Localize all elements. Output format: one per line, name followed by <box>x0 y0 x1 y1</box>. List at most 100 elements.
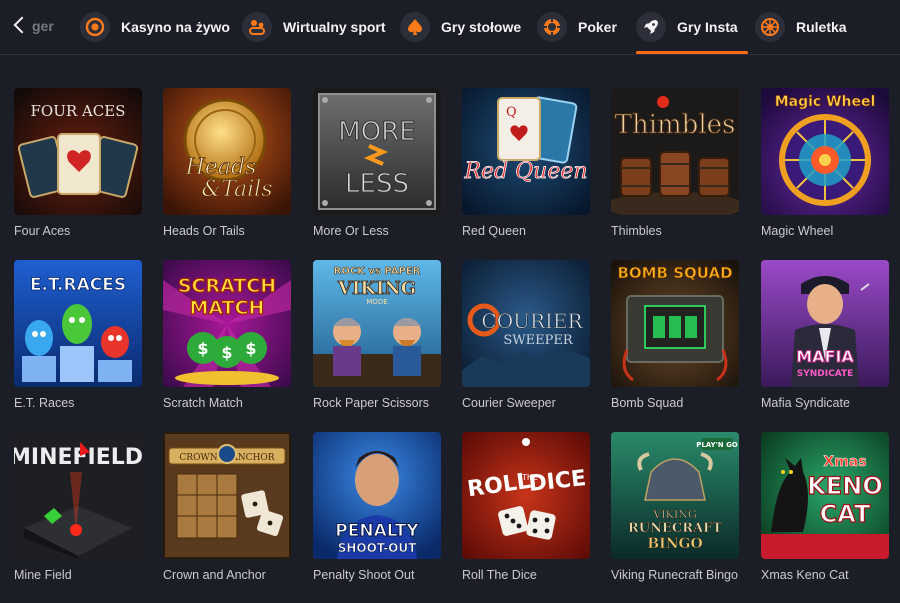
game-title[interactable]: Red Queen <box>462 223 602 239</box>
game-thumbnail[interactable]: CROWN & ANCHOR <box>163 432 291 559</box>
game-title[interactable]: More Or Less <box>313 223 453 239</box>
game-tile-red-queen[interactable]: Q Red Queen Red Queen <box>462 88 590 238</box>
game-tile-rock-paper-scissors[interactable]: ROCK vs PAPER VIKING MODE Rock Paper Sci… <box>313 260 441 410</box>
svg-text:KENO: KENO <box>807 472 882 500</box>
nav-scroll-left-button[interactable]: ger <box>0 0 66 53</box>
svg-text:Thimbles: Thimbles <box>615 110 736 140</box>
game-tile-more-or-less[interactable]: MORE LESS More Or Less <box>313 88 441 238</box>
game-tile-roll-the-dice[interactable]: ROLL THE DICE Roll The Dice <box>462 432 590 582</box>
game-tile-bomb-squad[interactable]: BOMB SQUAD Bomb Squad <box>611 260 739 410</box>
game-title[interactable]: Rock Paper Scissors <box>313 395 453 411</box>
svg-text:Red Queen: Red Queen <box>463 159 587 184</box>
svg-text:SWEEPER: SWEEPER <box>503 333 573 348</box>
live-casino-icon <box>80 11 110 42</box>
chevron-left-icon <box>13 16 31 34</box>
game-title[interactable]: Xmas Keno Cat <box>761 567 900 583</box>
game-tile-thimbles[interactable]: Thimbles Thimbles <box>611 88 739 238</box>
game-thumbnail[interactable]: SCRATCH MATCH $ $ $ <box>163 260 291 387</box>
game-tile-heads-or-tails[interactable]: Heads &Tails Heads Or Tails <box>163 88 291 238</box>
svg-text:PLAY'N GO: PLAY'N GO <box>696 441 738 449</box>
game-thumbnail[interactable]: PENALTY SHOOT-OUT <box>313 432 441 559</box>
game-thumbnail[interactable]: Magic Wheel <box>761 88 889 215</box>
svg-text:Xmas: Xmas <box>823 454 866 470</box>
nav-item-roulette[interactable]: Ruletka <box>755 0 847 53</box>
game-thumbnail[interactable]: ROCK vs PAPER VIKING MODE <box>313 260 441 387</box>
game-title[interactable]: Magic Wheel <box>761 223 900 239</box>
rocket-icon <box>636 11 666 42</box>
svg-text:VIKING: VIKING <box>652 508 696 521</box>
game-thumbnail[interactable]: Thimbles <box>611 88 739 215</box>
game-thumbnail[interactable]: Q Red Queen <box>462 88 590 215</box>
spade-icon <box>400 11 430 42</box>
game-title[interactable]: Roll The Dice <box>462 567 602 583</box>
category-nav: ger Kasyno na żywo Wirtualny sport Gry s… <box>0 0 900 55</box>
svg-text:$: $ <box>221 343 232 362</box>
svg-text:RUNECRAFT: RUNECRAFT <box>628 521 722 536</box>
svg-text:PENALTY: PENALTY <box>335 521 419 541</box>
svg-text:CAT: CAT <box>820 500 871 528</box>
svg-text:FOUR ACES: FOUR ACES <box>31 102 126 120</box>
nav-item-label: Gry stołowe <box>441 18 522 35</box>
game-thumbnail[interactable]: MORE LESS <box>313 88 441 215</box>
svg-text:SYNDICATE: SYNDICATE <box>797 369 854 379</box>
svg-text:Q: Q <box>506 105 517 120</box>
game-tile-penalty-shoot-out[interactable]: PENALTY SHOOT-OUT Penalty Shoot Out <box>313 432 441 582</box>
svg-text:ROCK vs PAPER: ROCK vs PAPER <box>334 266 421 277</box>
game-tile-mine-field[interactable]: MINEFIELD Mine Field <box>14 432 142 582</box>
game-thumbnail[interactable]: PLAY'N GO VIKING RUNECRAFT BINGO <box>611 432 739 559</box>
nav-item-table-games[interactable]: Gry stołowe <box>400 0 521 53</box>
nav-item-live-casino[interactable]: Kasyno na żywo <box>80 0 230 53</box>
nav-item-label: Gry Insta <box>677 18 738 35</box>
game-tile-scratch-match[interactable]: SCRATCH MATCH $ $ $ Scratch Match <box>163 260 291 410</box>
svg-text:MINEFIELD: MINEFIELD <box>14 445 142 470</box>
nav-item-poker[interactable]: Poker <box>537 0 617 53</box>
svg-text:&Tails: &Tails <box>201 177 272 202</box>
game-thumbnail[interactable]: MINEFIELD <box>14 432 142 559</box>
game-title[interactable]: Mine Field <box>14 567 154 583</box>
game-tile-magic-wheel[interactable]: Magic Wheel Magic Wheel <box>761 88 889 238</box>
svg-text:BOMB SQUAD: BOMB SQUAD <box>617 264 732 282</box>
svg-text:SHOOT-OUT: SHOOT-OUT <box>338 541 417 555</box>
game-title[interactable]: Four Aces <box>14 223 154 239</box>
game-tile-mafia-syndicate[interactable]: MAFIA SYNDICATE Mafia Syndicate <box>761 260 889 410</box>
svg-text:E.T.RACES: E.T.RACES <box>30 275 126 295</box>
game-tile-crown-and-anchor[interactable]: CROWN & ANCHOR Crown and Anchor <box>163 432 291 582</box>
game-thumbnail[interactable]: Heads &Tails <box>163 88 291 215</box>
nav-item-label: Ruletka <box>796 18 847 35</box>
svg-text:MATCH: MATCH <box>190 297 265 319</box>
game-title[interactable]: Mafia Syndicate <box>761 395 900 411</box>
svg-text:LESS: LESS <box>345 169 409 199</box>
game-thumbnail[interactable]: E.T.RACES <box>14 260 142 387</box>
game-thumbnail[interactable]: FOUR ACES <box>14 88 142 215</box>
nav-item-virtual-sport[interactable]: Wirtualny sport <box>242 0 386 53</box>
svg-text:MODE: MODE <box>366 298 387 306</box>
svg-text:COURIER: COURIER <box>481 309 583 333</box>
nav-item-insta-games[interactable]: Gry Insta <box>636 0 748 54</box>
svg-text:SCRATCH: SCRATCH <box>178 275 276 297</box>
game-title[interactable]: Scratch Match <box>163 395 303 411</box>
game-title[interactable]: Penalty Shoot Out <box>313 567 453 583</box>
game-tile-et-races[interactable]: E.T.RACES E.T. Races <box>14 260 142 410</box>
game-thumbnail[interactable]: MAFIA SYNDICATE <box>761 260 889 387</box>
game-title[interactable]: Viking Runecraft Bingo <box>611 567 751 583</box>
game-title[interactable]: E.T. Races <box>14 395 154 411</box>
svg-text:Magic Wheel: Magic Wheel <box>775 94 876 110</box>
game-tile-xmas-keno-cat[interactable]: Xmas KENO CAT Xmas Keno Cat <box>761 432 889 582</box>
game-tile-viking-runecraft-bingo[interactable]: PLAY'N GO VIKING RUNECRAFT BINGO Viking … <box>611 432 739 582</box>
game-thumbnail[interactable]: BOMB SQUAD <box>611 260 739 387</box>
game-title[interactable]: Bomb Squad <box>611 395 751 411</box>
game-title[interactable]: Heads Or Tails <box>163 223 303 239</box>
game-title[interactable]: Courier Sweeper <box>462 395 602 411</box>
game-title[interactable]: Crown and Anchor <box>163 567 303 583</box>
game-tile-courier-sweeper[interactable]: COURIER SWEEPER Courier Sweeper <box>462 260 590 410</box>
nav-item-label: Wirtualny sport <box>283 18 386 35</box>
nav-partial-label[interactable]: ger <box>32 18 54 34</box>
roulette-icon <box>755 11 785 42</box>
svg-text:MAFIA: MAFIA <box>796 347 854 366</box>
game-title[interactable]: Thimbles <box>611 223 751 239</box>
svg-text:$: $ <box>197 339 208 358</box>
game-thumbnail[interactable]: Xmas KENO CAT <box>761 432 889 559</box>
game-thumbnail[interactable]: ROLL THE DICE <box>462 432 590 559</box>
game-thumbnail[interactable]: COURIER SWEEPER <box>462 260 590 387</box>
game-tile-four-aces[interactable]: FOUR ACES Four Aces <box>14 88 142 238</box>
